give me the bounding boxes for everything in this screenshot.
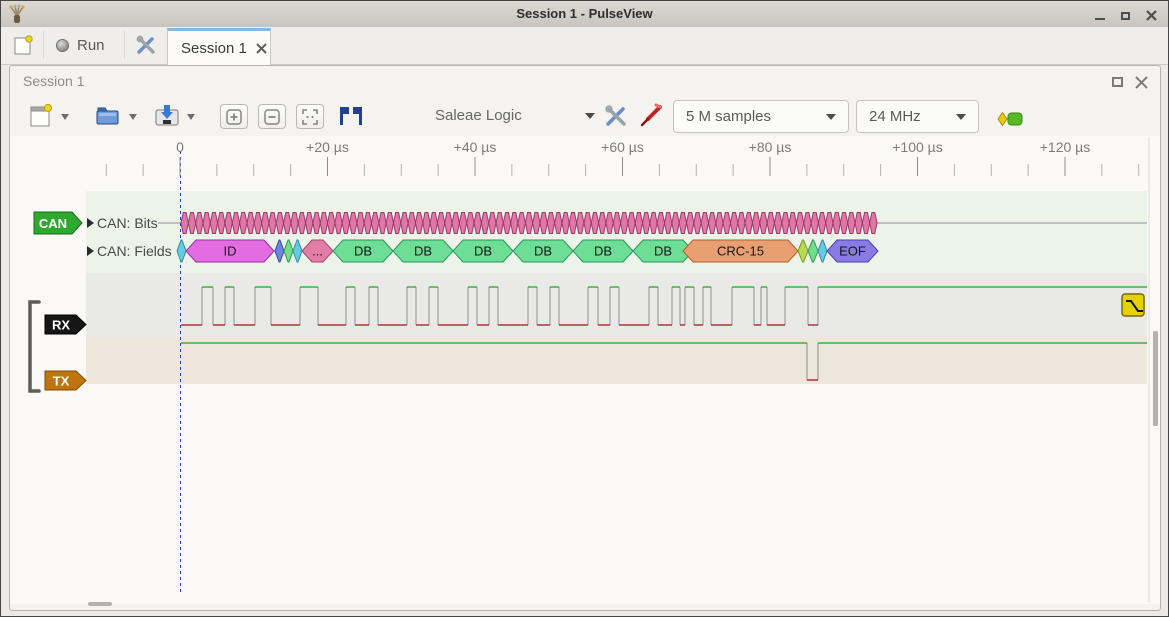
sample-rate-select[interactable]: 24 MHz — [856, 100, 979, 133]
new-file-icon — [28, 103, 54, 129]
tab-close-icon[interactable] — [256, 43, 267, 54]
maximize-button[interactable] — [1119, 8, 1132, 21]
add-decoder-button[interactable] — [338, 103, 364, 129]
session-panel — [9, 65, 1161, 611]
window-controls — [1093, 1, 1158, 27]
toolbar-separator — [124, 31, 125, 59]
close-button[interactable] — [1145, 8, 1158, 21]
new-file-dropdown-arrow[interactable] — [61, 114, 69, 120]
horizontal-scrollbar-thumb[interactable] — [88, 602, 112, 606]
session-close-icon — [1135, 76, 1148, 89]
session-float-button[interactable] — [1108, 74, 1126, 90]
open-file-button[interactable] — [95, 103, 121, 129]
titlebar[interactable]: Session 1 - PulseView — [1, 1, 1168, 28]
device-select-arrow — [585, 113, 595, 119]
tools-icon — [135, 34, 157, 56]
session-close-button[interactable] — [1132, 74, 1150, 90]
pulseview-window: Session 1 - PulseView Run — [0, 0, 1169, 617]
sample-rate-value: 24 MHz — [869, 108, 921, 125]
zoom-in-button[interactable] — [220, 104, 248, 129]
sample-count-arrow — [826, 114, 836, 120]
zoom-fit-icon — [301, 108, 319, 126]
maximize-icon — [1121, 12, 1130, 20]
window-title: Session 1 - PulseView — [1, 6, 1168, 21]
open-folder-icon — [95, 103, 121, 129]
minimize-button[interactable] — [1093, 8, 1106, 21]
tab-session-1[interactable]: Session 1 — [167, 28, 271, 65]
new-session-icon — [13, 34, 33, 56]
open-dropdown-arrow[interactable] — [129, 114, 137, 120]
vertical-scrollbar-thumb[interactable] — [1153, 331, 1158, 426]
zoom-in-icon — [225, 108, 243, 126]
new-session-button[interactable] — [9, 31, 37, 59]
probe-icon — [638, 103, 664, 129]
settings-button[interactable] — [132, 31, 160, 59]
run-label: Run — [77, 37, 105, 54]
save-icon — [154, 103, 180, 129]
close-icon — [1146, 10, 1157, 21]
channels-button[interactable] — [638, 103, 664, 129]
tab-label: Session 1 — [181, 40, 247, 57]
run-button[interactable]: Run — [56, 31, 105, 59]
main-toolbar: Run Session 1 — [1, 27, 1168, 65]
sample-count-value: 5 M samples — [686, 108, 771, 125]
capture-state-glyph — [997, 111, 1023, 127]
float-icon — [1112, 77, 1123, 87]
zoom-out-button[interactable] — [258, 104, 286, 129]
zoom-fit-button[interactable] — [296, 104, 324, 129]
decoder-probes-icon — [338, 105, 364, 127]
tools-icon — [604, 104, 628, 128]
device-select[interactable]: Saleae Logic — [435, 107, 595, 124]
run-led-icon — [56, 39, 69, 52]
session-title: Session 1 — [23, 73, 84, 89]
save-button[interactable] — [154, 103, 180, 129]
save-dropdown-arrow[interactable] — [187, 114, 195, 120]
capture-state-icon — [997, 106, 1023, 132]
zoom-out-icon — [263, 108, 281, 126]
sample-count-select[interactable]: 5 M samples — [673, 100, 849, 133]
toolbar-separator — [43, 31, 44, 59]
device-config-button[interactable] — [603, 103, 629, 129]
device-label: Saleae Logic — [435, 107, 522, 124]
new-file-button[interactable] — [28, 103, 54, 129]
sample-rate-arrow — [956, 114, 966, 120]
minimize-icon — [1095, 18, 1105, 20]
